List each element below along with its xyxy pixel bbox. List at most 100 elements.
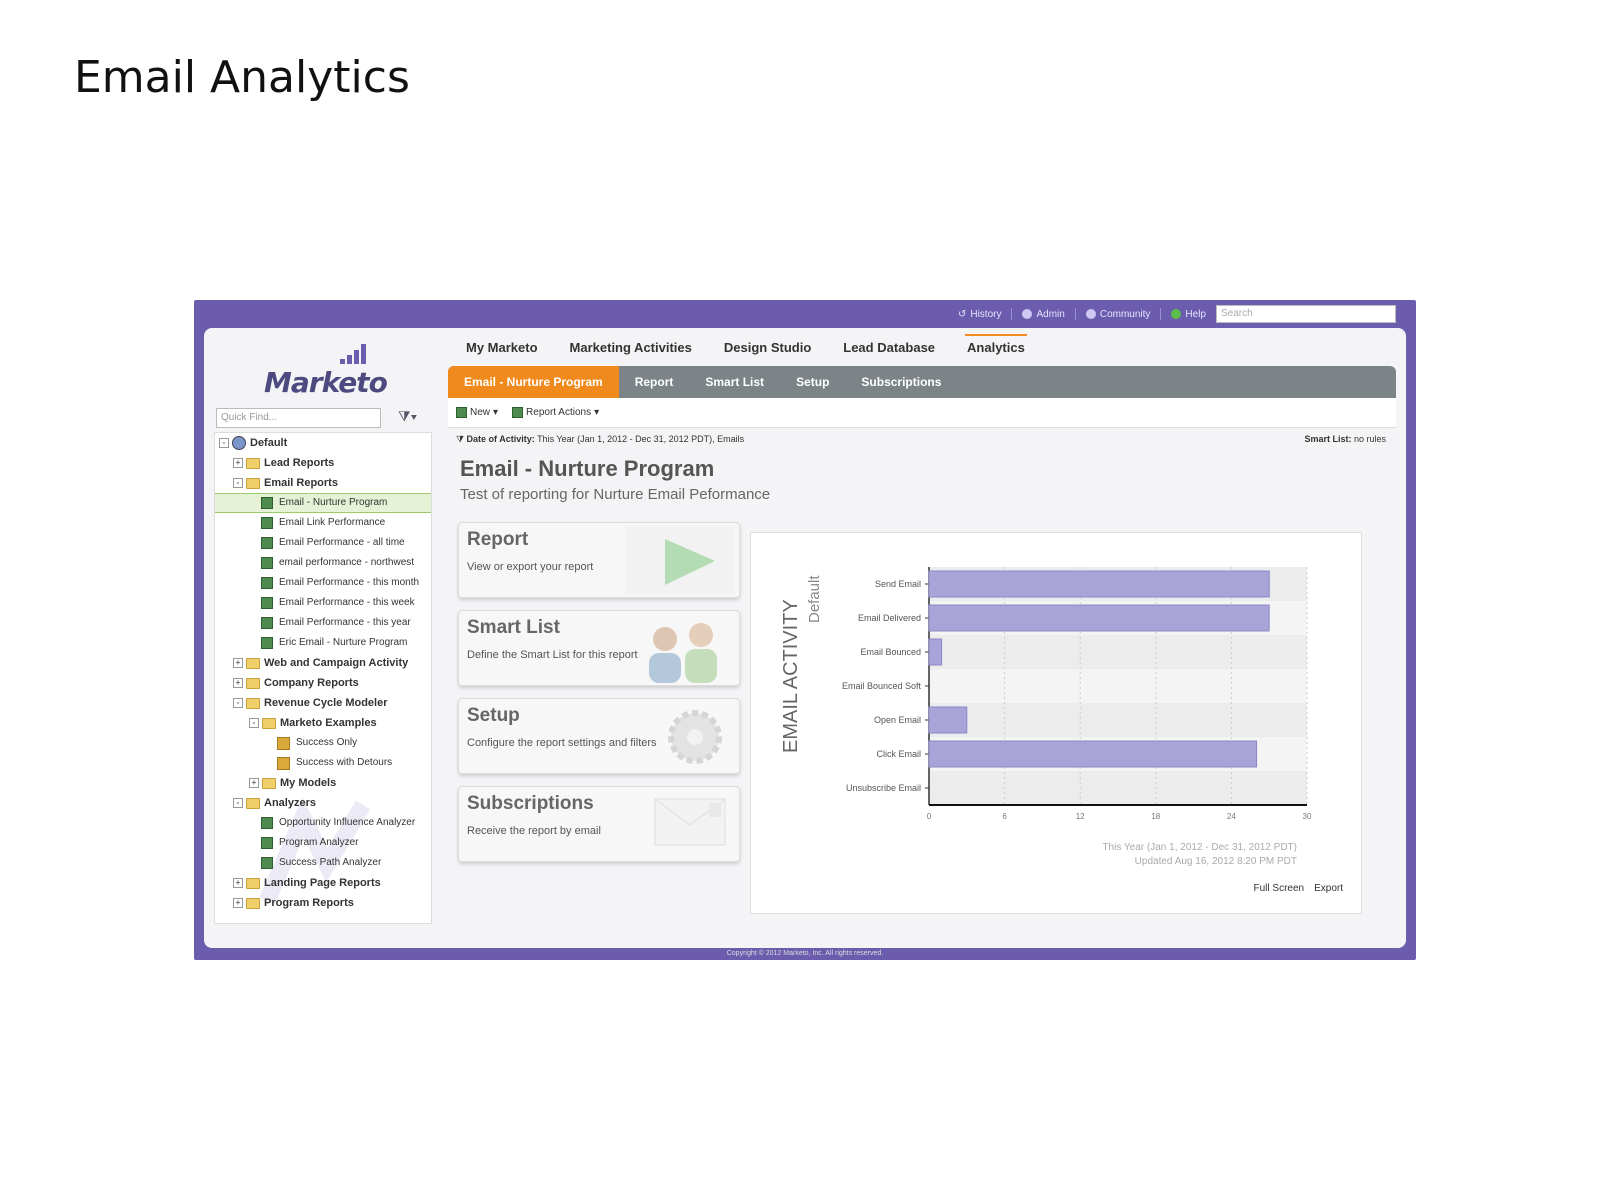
report-icon (261, 537, 273, 549)
row-band (929, 771, 1307, 805)
slide-title: Email Analytics (74, 52, 410, 103)
tree-item-label: Email Performance - this week (279, 597, 415, 608)
admin-icon (1022, 309, 1033, 319)
export-link[interactable]: Export (1314, 883, 1343, 894)
tree-item-label: Email Reports (264, 477, 338, 489)
tree-item[interactable]: Email Performance - all time (215, 533, 431, 553)
tree-item[interactable]: - Email Reports (215, 473, 431, 493)
help-link[interactable]: Help (1171, 309, 1206, 320)
history-icon: ↺ (957, 308, 967, 320)
tree-item[interactable]: Email - Nurture Program (215, 493, 431, 513)
new-button[interactable]: New ▾ (456, 407, 498, 418)
card-title: Smart List (467, 617, 560, 638)
tree-item[interactable]: - Marketo Examples (215, 713, 431, 733)
history-link[interactable]: ↺ History (958, 309, 1002, 320)
tree-item-label: Success Only (296, 737, 358, 748)
tree-item-label: Success with Detours (296, 757, 393, 768)
card-desc: Receive the report by email (467, 825, 601, 837)
nav-my-marketo[interactable]: My Marketo (466, 340, 538, 359)
tree-item[interactable]: email performance - northwest (215, 553, 431, 573)
tree-item-label: Eric Email - Nurture Program (279, 637, 408, 648)
chevron-down-icon: ▾ (594, 407, 600, 418)
report-card[interactable]: Report View or export your report (458, 522, 740, 598)
tree-item-label: email performance - northwest (279, 557, 415, 568)
tree-item[interactable]: + Program Reports (215, 893, 431, 913)
full-screen-link[interactable]: Full Screen (1254, 883, 1305, 894)
quick-find-filter-icon[interactable]: ⧩▾ (398, 408, 417, 425)
tree-item[interactable]: + My Models (215, 773, 431, 793)
collapse-icon[interactable]: - (233, 478, 243, 488)
help-label: Help (1185, 308, 1206, 320)
tab-email-nurture-program[interactable]: Email - Nurture Program (448, 366, 619, 398)
collapse-icon[interactable]: - (233, 698, 243, 708)
date-filter[interactable]: ⧩ Date of Activity: This Year (Jan 1, 20… (456, 434, 744, 448)
admin-label: Admin (1036, 308, 1065, 320)
new-icon (456, 407, 467, 418)
subscriptions-card[interactable]: Subscriptions Receive the report by emai… (458, 786, 740, 862)
tree-item-label: Email Performance - all time (279, 537, 405, 548)
tree-item[interactable]: Program Analyzer (215, 833, 431, 853)
nav-lead-database[interactable]: Lead Database (843, 340, 935, 359)
tree-item-label: My Models (280, 777, 337, 789)
tree-item[interactable]: + Lead Reports (215, 453, 431, 473)
tree-item[interactable]: Success Only (215, 733, 431, 753)
tree-item[interactable]: Email Performance - this year (215, 613, 431, 633)
tree-item[interactable]: Eric Email - Nurture Program (215, 633, 431, 653)
community-link[interactable]: Community (1085, 309, 1150, 320)
tree-item-label: Default (250, 437, 288, 449)
card-desc: Define the Smart List for this report (467, 649, 638, 661)
smart-list-filter[interactable]: Smart List: no rules (1304, 434, 1386, 448)
help-icon (1171, 309, 1182, 319)
new-label: New (470, 407, 491, 418)
nav-analytics[interactable]: Analytics (965, 334, 1027, 359)
folder-icon (246, 657, 260, 669)
category-label: Email Bounced (860, 647, 921, 657)
tree-item[interactable]: Success Path Analyzer (215, 853, 431, 873)
expand-icon[interactable]: + (233, 678, 243, 688)
card-title: Setup (467, 705, 520, 726)
tree-item[interactable]: Email Performance - this week (215, 593, 431, 613)
expand-icon[interactable]: + (233, 658, 243, 668)
tab-setup[interactable]: Setup (780, 366, 845, 398)
tab-report[interactable]: Report (619, 366, 690, 398)
expand-icon[interactable]: + (233, 458, 243, 468)
marketo-logo[interactable]: Marketo (264, 340, 388, 399)
report-actions-button[interactable]: Report Actions ▾ (512, 407, 599, 418)
nav-marketing-activities[interactable]: Marketing Activities (570, 340, 692, 359)
expand-icon[interactable]: + (249, 778, 259, 788)
bar (928, 570, 1270, 598)
model-icon (277, 736, 290, 750)
tree-item[interactable]: + Landing Page Reports (215, 873, 431, 893)
collapse-icon[interactable]: - (249, 718, 259, 728)
tree-item[interactable]: + Company Reports (215, 673, 431, 693)
tree-item[interactable]: - Revenue Cycle Modeler (215, 693, 431, 713)
folder-icon (246, 797, 260, 809)
smart-list-card[interactable]: Smart List Define the Smart List for thi… (458, 610, 740, 686)
expand-icon[interactable]: + (233, 878, 243, 888)
search-input[interactable]: Search (1216, 305, 1396, 323)
date-filter-value: This Year (Jan 1, 2012 - Dec 31, 2012 PD… (537, 434, 745, 444)
tab-subscriptions[interactable]: Subscriptions (845, 366, 957, 398)
people-icon (649, 623, 717, 683)
nav-design-studio[interactable]: Design Studio (724, 340, 811, 359)
tree-item[interactable]: - Default (215, 433, 431, 453)
admin-link[interactable]: Admin (1022, 308, 1065, 320)
report-subtitle: Test of reporting for Nurture Email Pefo… (460, 486, 771, 503)
quick-find-input[interactable]: Quick Find... (216, 408, 381, 428)
tab-smart-list[interactable]: Smart List (689, 366, 780, 398)
tree-item[interactable]: - Analyzers (215, 793, 431, 813)
collapse-icon[interactable]: - (233, 798, 243, 808)
tree-item-label: Web and Campaign Activity (264, 657, 409, 669)
setup-card[interactable]: Setup Configure the report settings and … (458, 698, 740, 774)
collapse-icon[interactable]: - (219, 438, 229, 448)
tree-item[interactable]: Email Link Performance (215, 513, 431, 533)
tree-item[interactable]: + Web and Campaign Activity (215, 653, 431, 673)
tree-item[interactable]: Opportunity Influence Analyzer (215, 813, 431, 833)
bar (928, 604, 1270, 632)
expand-icon[interactable]: + (233, 898, 243, 908)
tree-item[interactable]: Email Performance - this month (215, 573, 431, 593)
tree-item[interactable]: Success with Detours (215, 753, 431, 773)
x-tick-label: 24 (1227, 812, 1236, 821)
gear-icon (668, 710, 722, 764)
folder-icon (246, 897, 260, 909)
